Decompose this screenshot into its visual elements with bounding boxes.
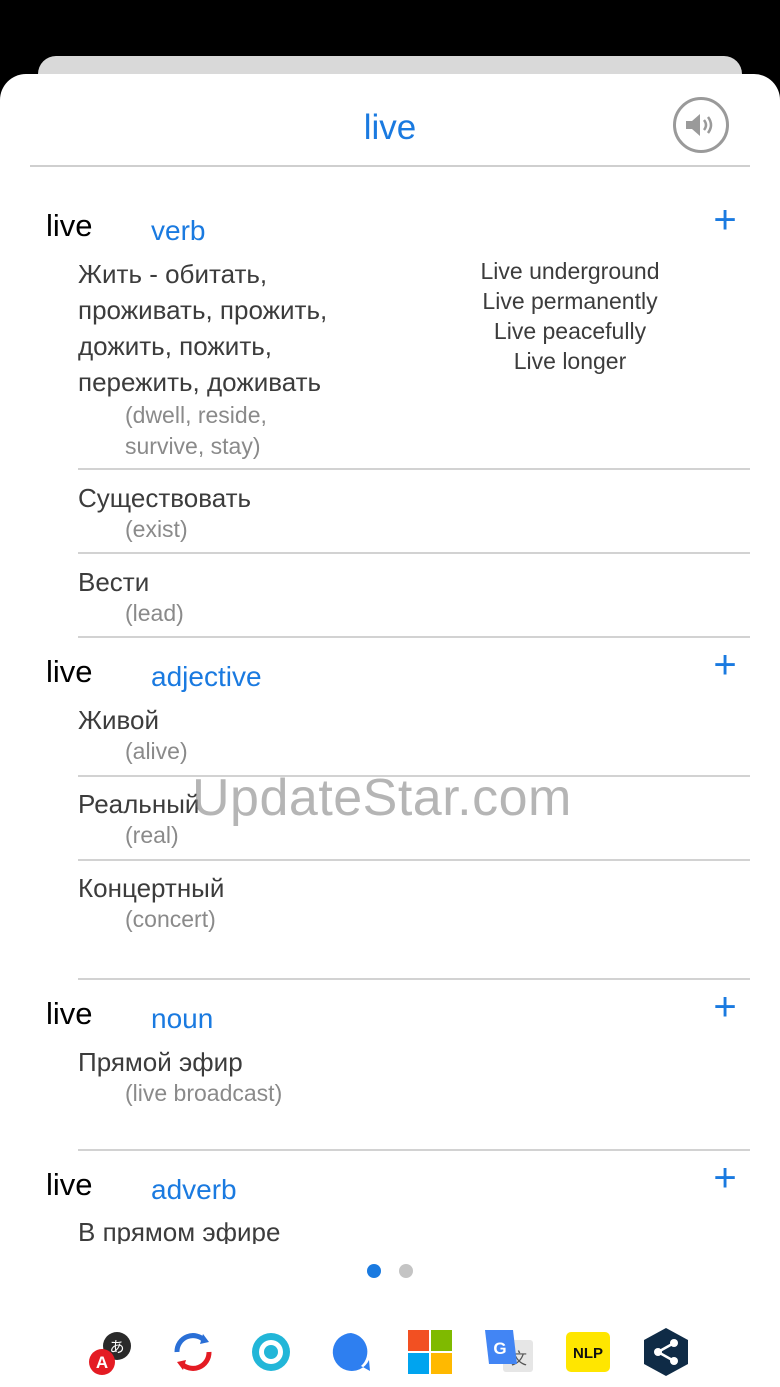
entry-divider <box>78 1149 750 1151</box>
svg-text:NLP: NLP <box>573 1345 603 1362</box>
sense-translation[interactable]: Живой <box>78 702 159 738</box>
entry-word: live <box>46 654 93 689</box>
chat-bubble-icon <box>332 1333 370 1371</box>
sense-translation[interactable]: Существовать <box>78 480 251 516</box>
title-divider <box>30 165 750 167</box>
nlp-icon: NLP <box>566 1332 610 1372</box>
sense-gloss: (live broadcast) <box>125 1080 283 1106</box>
sense-divider <box>78 859 750 861</box>
add-adjective-button[interactable]: + <box>708 645 742 685</box>
sense-gloss: (concert) <box>125 906 216 932</box>
app-dock: あ A 文 G NLP <box>0 1326 780 1386</box>
sense-translation[interactable]: Реальный <box>78 786 199 822</box>
speaker-icon <box>686 114 713 136</box>
watermark: UpdateStar.com <box>192 769 572 827</box>
add-noun-button[interactable]: + <box>708 987 742 1027</box>
pronounce-button[interactable] <box>673 97 729 153</box>
svg-text:G: G <box>493 1339 506 1358</box>
sync-translate-app[interactable] <box>167 1326 219 1378</box>
sense-divider <box>78 468 750 470</box>
entry-pos: noun <box>151 1003 214 1034</box>
entry-divider <box>78 636 750 638</box>
chat-app[interactable] <box>325 1326 377 1378</box>
page-dot-active[interactable] <box>367 1264 381 1278</box>
example-item[interactable]: Live peacefully <box>440 316 700 346</box>
example-item[interactable]: Live permanently <box>440 286 700 316</box>
translator-a-app[interactable]: あ A <box>84 1326 136 1378</box>
example-item[interactable]: Live longer <box>440 346 700 376</box>
entry-pos: adjective <box>151 661 262 692</box>
entry-word: live <box>46 996 93 1031</box>
ring-app-icon <box>252 1333 290 1371</box>
entry-word: live <box>46 1167 93 1202</box>
usage-examples: Live underground Live permanently Live p… <box>440 256 700 376</box>
svg-text:あ: あ <box>109 1338 124 1356</box>
sense-gloss: (exist) <box>125 516 188 542</box>
dictionary-sheet: live live verb + Жить - обитать, прожива… <box>0 74 780 1387</box>
entry-divider <box>78 978 750 980</box>
sense-translation[interactable]: В прямом эфире <box>78 1214 280 1244</box>
sense-gloss: (real) <box>125 822 179 848</box>
sense-translation[interactable]: Вести <box>78 564 149 600</box>
page-title: live <box>363 108 417 147</box>
sense-gloss: (lead) <box>125 600 184 626</box>
page-dot[interactable] <box>399 1264 413 1278</box>
entries-list[interactable]: live verb + Жить - обитать, проживать, п… <box>0 170 780 1244</box>
sense-divider <box>78 552 750 554</box>
svg-text:A: A <box>96 1353 108 1372</box>
add-adverb-button[interactable]: + <box>708 1158 742 1198</box>
google-translate-app[interactable]: 文 G <box>483 1326 535 1378</box>
nlp-app[interactable]: NLP <box>563 1326 615 1378</box>
google-translate-icon: 文 G <box>485 1330 533 1372</box>
page-indicator[interactable] <box>0 1264 780 1278</box>
example-item[interactable]: Live underground <box>440 256 700 286</box>
sense-translation[interactable]: Концертный <box>78 870 224 906</box>
sense-translation[interactable]: Жить - обитать, проживать, прожить, дожи… <box>78 256 327 400</box>
translator-a-icon: あ A <box>89 1332 131 1375</box>
add-verb-button[interactable]: + <box>708 200 742 240</box>
microsoft-translator-app[interactable] <box>404 1326 456 1378</box>
sync-translate-icon <box>174 1333 212 1371</box>
entry-pos: verb <box>151 215 206 246</box>
sense-gloss: (alive) <box>125 738 188 764</box>
sense-gloss: (dwell, reside, survive, stay) <box>125 402 267 459</box>
sense-translation[interactable]: Прямой эфир <box>78 1044 243 1080</box>
entry-word: live <box>46 208 93 243</box>
microsoft-icon <box>408 1330 452 1374</box>
entry-pos: adverb <box>151 1174 237 1205</box>
share-app[interactable] <box>640 1326 692 1378</box>
share-hex-icon <box>644 1328 688 1376</box>
ring-app[interactable] <box>245 1326 297 1378</box>
